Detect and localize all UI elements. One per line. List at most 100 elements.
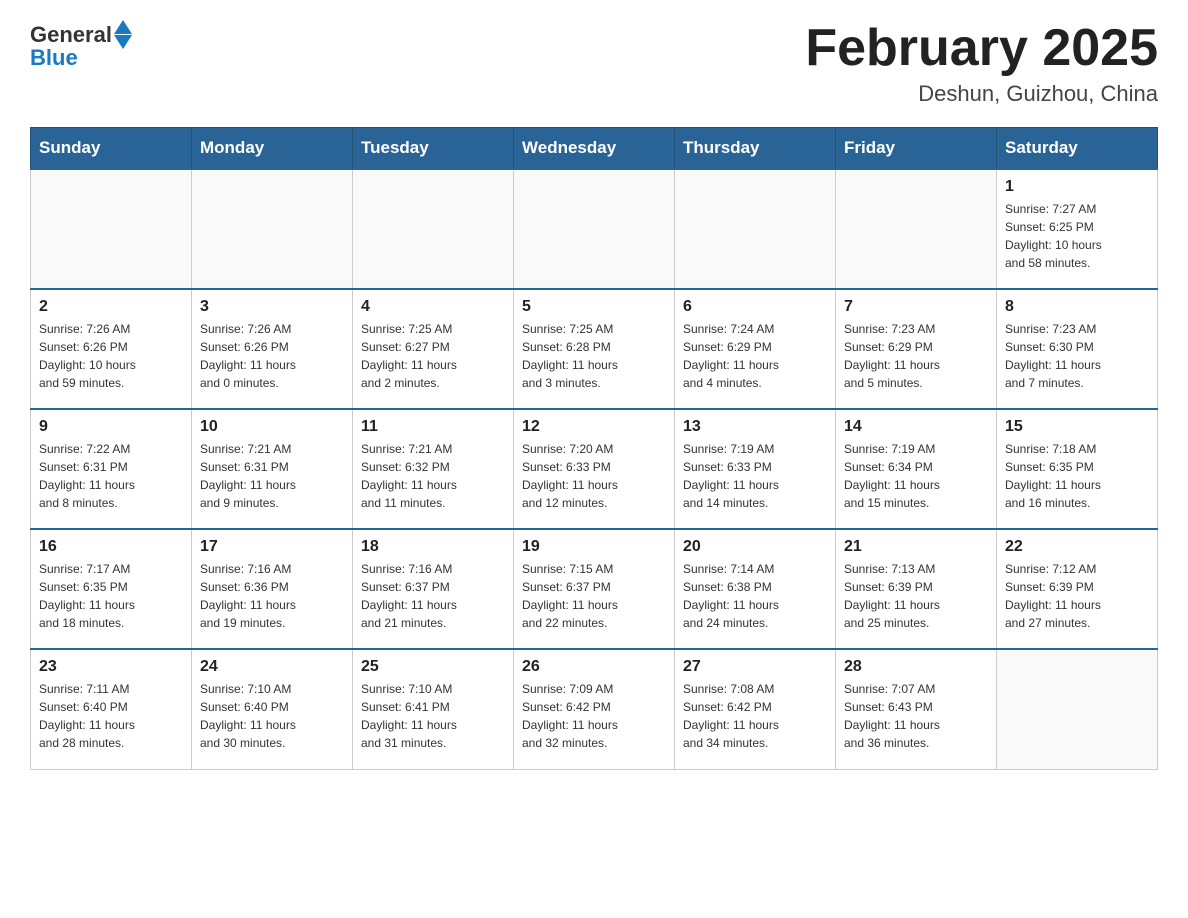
calendar-cell: 8 Sunrise: 7:23 AMSunset: 6:30 PMDaylight… — [997, 289, 1158, 409]
day-number: 16 — [39, 538, 183, 556]
day-number: 28 — [844, 658, 988, 676]
day-number: 15 — [1005, 418, 1149, 436]
day-info: Sunrise: 7:25 AMSunset: 6:28 PMDaylight:… — [522, 320, 666, 392]
day-number: 19 — [522, 538, 666, 556]
day-number: 11 — [361, 418, 505, 436]
calendar-cell: 2Sunrise: 7:26 AMSunset: 6:26 PMDaylight… — [31, 289, 192, 409]
day-info: Sunrise: 7:19 AMSunset: 6:33 PMDaylight:… — [683, 440, 827, 512]
day-info: Sunrise: 7:07 AMSunset: 6:43 PMDaylight:… — [844, 680, 988, 752]
day-number: 25 — [361, 658, 505, 676]
calendar-cell — [836, 169, 997, 289]
title-section: February 2025 Deshun, Guizhou, China — [805, 20, 1158, 107]
day-number: 26 — [522, 658, 666, 676]
day-info: Sunrise: 7:14 AMSunset: 6:38 PMDaylight:… — [683, 560, 827, 632]
day-info: Sunrise: 7:09 AMSunset: 6:42 PMDaylight:… — [522, 680, 666, 752]
day-info: Sunrise: 7:21 AMSunset: 6:32 PMDaylight:… — [361, 440, 505, 512]
day-number: 21 — [844, 538, 988, 556]
day-info: Sunrise: 7:27 AMSunset: 6:25 PMDaylight:… — [1005, 200, 1149, 272]
calendar-cell — [514, 169, 675, 289]
day-info: Sunrise: 7:15 AMSunset: 6:37 PMDaylight:… — [522, 560, 666, 632]
calendar-cell — [997, 649, 1158, 769]
calendar-cell: 3 Sunrise: 7:26 AMSunset: 6:26 PMDaylight… — [192, 289, 353, 409]
day-number: 5 — [522, 298, 666, 316]
day-number: 6 — [683, 298, 827, 316]
day-info: Sunrise: 7:19 AMSunset: 6:34 PMDaylight:… — [844, 440, 988, 512]
day-number: 22 — [1005, 538, 1149, 556]
day-number: 9 — [39, 418, 183, 436]
calendar-cell: 4Sunrise: 7:25 AMSunset: 6:27 PMDaylight… — [353, 289, 514, 409]
calendar-week-4: 23Sunrise: 7:11 AMSunset: 6:40 PMDayligh… — [31, 649, 1158, 769]
calendar-header: SundayMondayTuesdayWednesdayThursdayFrid… — [31, 128, 1158, 170]
weekday-header-friday: Friday — [836, 128, 997, 170]
weekday-header-sunday: Sunday — [31, 128, 192, 170]
day-number: 3 — [200, 298, 344, 316]
calendar-cell: 7 Sunrise: 7:23 AMSunset: 6:29 PMDaylight… — [836, 289, 997, 409]
calendar-cell: 11 Sunrise: 7:21 AMSunset: 6:32 PMDayligh… — [353, 409, 514, 529]
calendar-cell: 24 Sunrise: 7:10 AMSunset: 6:40 PMDayligh… — [192, 649, 353, 769]
day-info: Sunrise: 7:23 AMSunset: 6:30 PMDaylight:… — [1005, 320, 1149, 392]
day-info: Sunrise: 7:16 AMSunset: 6:36 PMDaylight:… — [200, 560, 344, 632]
day-info: Sunrise: 7:20 AMSunset: 6:33 PMDaylight:… — [522, 440, 666, 512]
calendar-cell: 20 Sunrise: 7:14 AMSunset: 6:38 PMDayligh… — [675, 529, 836, 649]
calendar-cell: 25 Sunrise: 7:10 AMSunset: 6:41 PMDayligh… — [353, 649, 514, 769]
calendar-cell: 14 Sunrise: 7:19 AMSunset: 6:34 PMDayligh… — [836, 409, 997, 529]
day-info: Sunrise: 7:23 AMSunset: 6:29 PMDaylight:… — [844, 320, 988, 392]
day-info: Sunrise: 7:26 AMSunset: 6:26 PMDaylight:… — [200, 320, 344, 392]
calendar-body: 1 Sunrise: 7:27 AMSunset: 6:25 PMDaylight… — [31, 169, 1158, 769]
weekday-header-monday: Monday — [192, 128, 353, 170]
calendar-cell: 27 Sunrise: 7:08 AMSunset: 6:42 PMDayligh… — [675, 649, 836, 769]
logo-general-text: General — [30, 22, 112, 48]
calendar-cell: 12 Sunrise: 7:20 AMSunset: 6:33 PMDayligh… — [514, 409, 675, 529]
day-number: 14 — [844, 418, 988, 436]
weekday-header-saturday: Saturday — [997, 128, 1158, 170]
calendar-week-0: 1 Sunrise: 7:27 AMSunset: 6:25 PMDaylight… — [31, 169, 1158, 289]
calendar-cell: 21 Sunrise: 7:13 AMSunset: 6:39 PMDayligh… — [836, 529, 997, 649]
weekday-header-tuesday: Tuesday — [353, 128, 514, 170]
day-info: Sunrise: 7:17 AMSunset: 6:35 PMDaylight:… — [39, 560, 183, 632]
day-info: Sunrise: 7:26 AMSunset: 6:26 PMDaylight:… — [39, 320, 183, 392]
logo: General Blue — [30, 20, 132, 71]
calendar-cell: 26 Sunrise: 7:09 AMSunset: 6:42 PMDayligh… — [514, 649, 675, 769]
day-number: 8 — [1005, 298, 1149, 316]
calendar-week-2: 9 Sunrise: 7:22 AMSunset: 6:31 PMDaylight… — [31, 409, 1158, 529]
day-number: 13 — [683, 418, 827, 436]
logo-arrow-up-icon — [114, 20, 132, 34]
day-number: 12 — [522, 418, 666, 436]
day-info: Sunrise: 7:21 AMSunset: 6:31 PMDaylight:… — [200, 440, 344, 512]
day-info: Sunrise: 7:22 AMSunset: 6:31 PMDaylight:… — [39, 440, 183, 512]
calendar-title: February 2025 — [805, 20, 1158, 77]
day-number: 20 — [683, 538, 827, 556]
calendar-cell: 17Sunrise: 7:16 AMSunset: 6:36 PMDayligh… — [192, 529, 353, 649]
calendar-cell: 15 Sunrise: 7:18 AMSunset: 6:35 PMDayligh… — [997, 409, 1158, 529]
calendar-cell: 13 Sunrise: 7:19 AMSunset: 6:33 PMDayligh… — [675, 409, 836, 529]
calendar-cell: 9 Sunrise: 7:22 AMSunset: 6:31 PMDaylight… — [31, 409, 192, 529]
day-number: 7 — [844, 298, 988, 316]
day-info: Sunrise: 7:18 AMSunset: 6:35 PMDaylight:… — [1005, 440, 1149, 512]
day-number: 1 — [1005, 178, 1149, 196]
calendar-cell: 19 Sunrise: 7:15 AMSunset: 6:37 PMDayligh… — [514, 529, 675, 649]
calendar-cell: 5 Sunrise: 7:25 AMSunset: 6:28 PMDaylight… — [514, 289, 675, 409]
day-info: Sunrise: 7:10 AMSunset: 6:40 PMDaylight:… — [200, 680, 344, 752]
calendar-cell: 10 Sunrise: 7:21 AMSunset: 6:31 PMDayligh… — [192, 409, 353, 529]
day-info: Sunrise: 7:11 AMSunset: 6:40 PMDaylight:… — [39, 680, 183, 752]
day-number: 18 — [361, 538, 505, 556]
calendar-cell: 16 Sunrise: 7:17 AMSunset: 6:35 PMDayligh… — [31, 529, 192, 649]
day-info: Sunrise: 7:12 AMSunset: 6:39 PMDaylight:… — [1005, 560, 1149, 632]
weekday-header-wednesday: Wednesday — [514, 128, 675, 170]
day-info: Sunrise: 7:13 AMSunset: 6:39 PMDaylight:… — [844, 560, 988, 632]
weekday-header-thursday: Thursday — [675, 128, 836, 170]
day-number: 27 — [683, 658, 827, 676]
calendar-cell — [353, 169, 514, 289]
day-info: Sunrise: 7:16 AMSunset: 6:37 PMDaylight:… — [361, 560, 505, 632]
calendar-cell: 28 Sunrise: 7:07 AMSunset: 6:43 PMDayligh… — [836, 649, 997, 769]
day-info: Sunrise: 7:10 AMSunset: 6:41 PMDaylight:… — [361, 680, 505, 752]
logo-arrow-down-icon — [114, 35, 132, 49]
page-header: General Blue February 2025 Deshun, Guizh… — [30, 20, 1158, 107]
day-number: 24 — [200, 658, 344, 676]
calendar-cell — [675, 169, 836, 289]
calendar-cell — [192, 169, 353, 289]
day-info: Sunrise: 7:24 AMSunset: 6:29 PMDaylight:… — [683, 320, 827, 392]
day-info: Sunrise: 7:08 AMSunset: 6:42 PMDaylight:… — [683, 680, 827, 752]
calendar-cell — [31, 169, 192, 289]
day-number: 10 — [200, 418, 344, 436]
